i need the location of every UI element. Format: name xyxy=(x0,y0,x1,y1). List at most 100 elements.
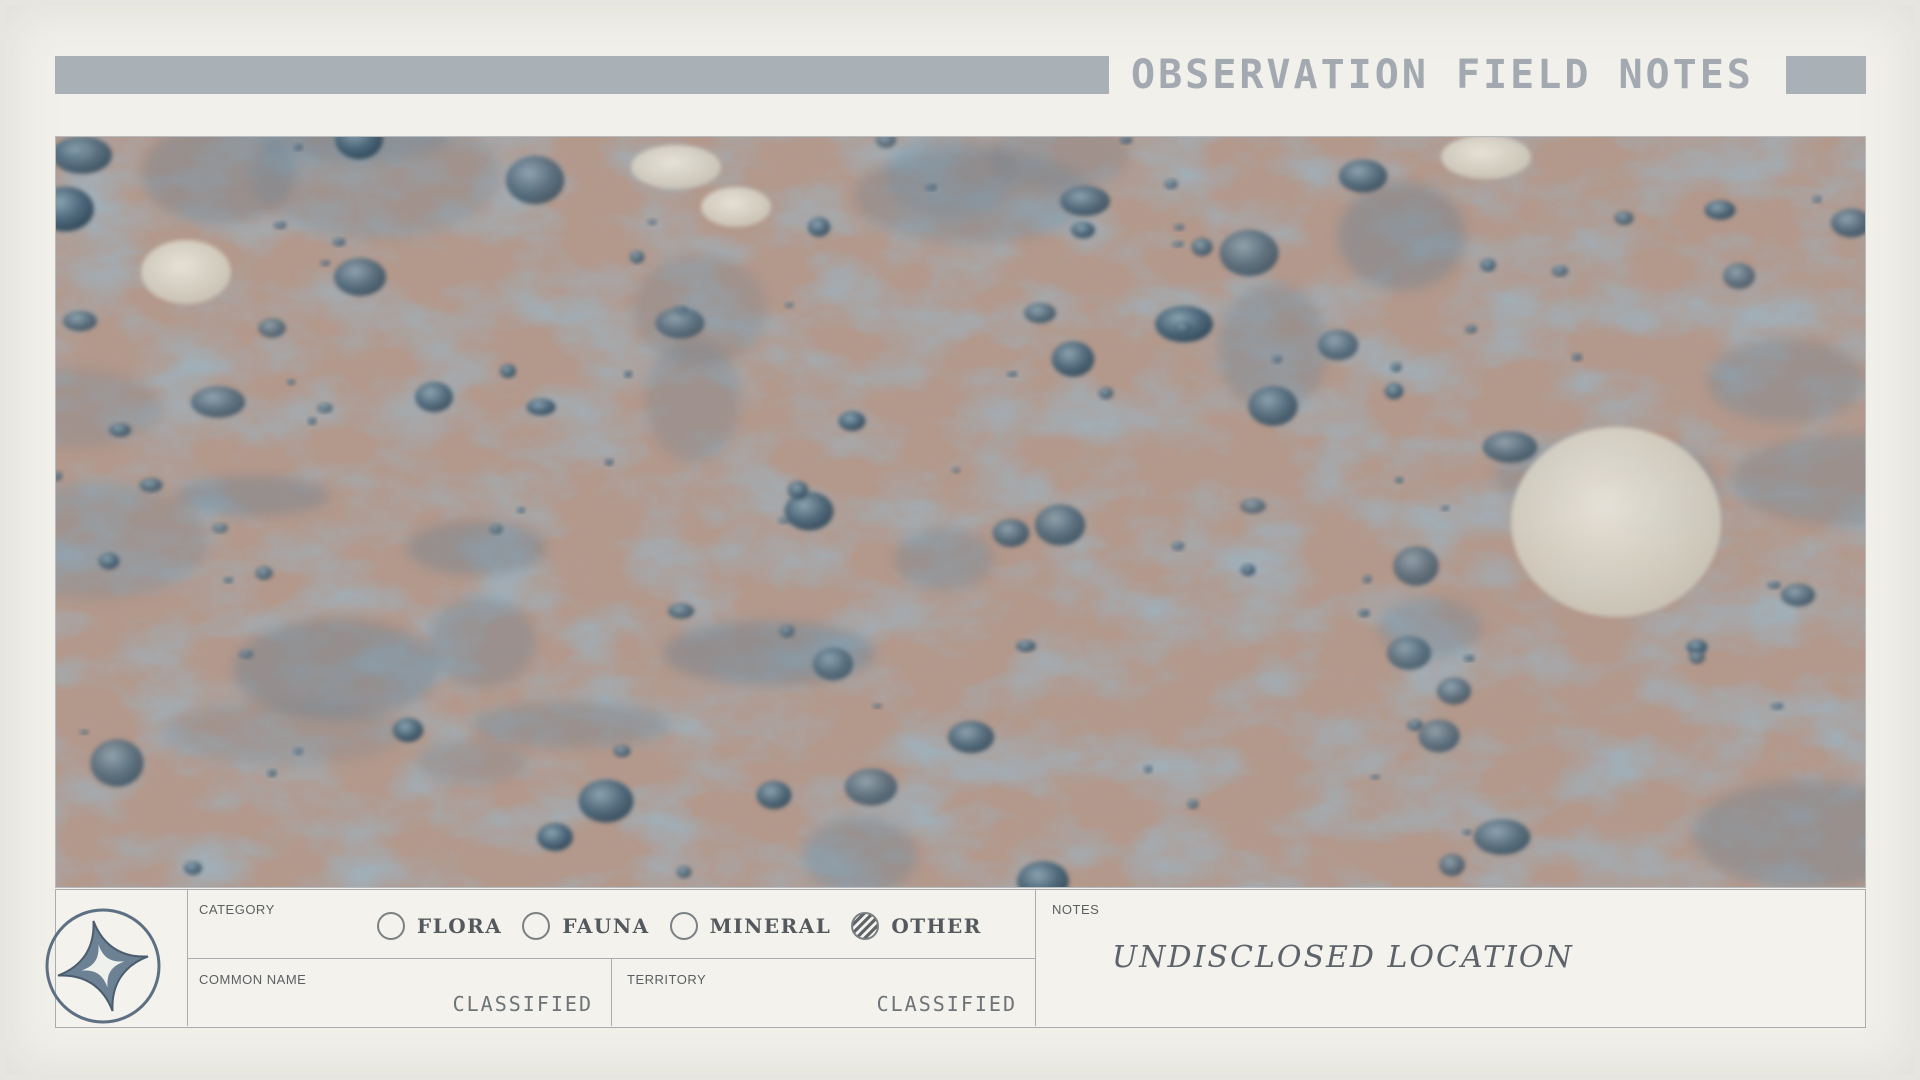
option-other[interactable]: OTHER xyxy=(851,912,982,940)
pebble xyxy=(992,519,1030,547)
pebble xyxy=(676,866,692,878)
pebble xyxy=(1191,237,1213,257)
pebble xyxy=(1173,223,1185,231)
pebble xyxy=(1723,263,1755,289)
radio-other[interactable] xyxy=(851,912,880,940)
pebble xyxy=(489,524,503,534)
option-fauna[interactable]: FAUNA xyxy=(522,912,649,940)
pebble xyxy=(1386,636,1432,670)
pebble xyxy=(1164,179,1178,189)
terrain-depression xyxy=(1338,182,1466,290)
pebble xyxy=(1614,211,1634,225)
terrain-depression xyxy=(407,521,547,575)
pebble xyxy=(1024,302,1056,324)
pebble xyxy=(872,703,882,709)
pebble xyxy=(1362,575,1372,583)
pebble xyxy=(307,417,317,425)
pebble xyxy=(267,769,277,777)
pebble xyxy=(1462,829,1472,835)
pebble xyxy=(952,467,960,473)
notes-label: NOTES xyxy=(1052,902,1100,917)
pale-stone xyxy=(631,145,721,189)
notes-value: UNDISCLOSED LOCATION xyxy=(1112,940,1574,975)
pebble xyxy=(1770,702,1784,710)
terrain-depression xyxy=(633,254,767,366)
common-name-label: COMMON NAME xyxy=(199,972,307,987)
pebble xyxy=(604,458,614,466)
option-label-other: OTHER xyxy=(891,914,982,938)
pebble xyxy=(1393,546,1439,586)
common-name-value: CLASSIFIED xyxy=(452,992,593,1016)
pebble xyxy=(838,411,866,431)
pebble xyxy=(1812,195,1822,203)
pebble xyxy=(756,780,792,810)
pebble xyxy=(844,768,898,806)
pebble xyxy=(332,237,346,247)
pebble xyxy=(223,576,233,584)
option-flora[interactable]: FLORA xyxy=(377,912,502,940)
pebble xyxy=(505,155,565,205)
pebble xyxy=(1016,640,1036,652)
pebble xyxy=(1473,819,1531,855)
pebble xyxy=(500,364,516,378)
category-label: CATEGORY xyxy=(199,902,275,917)
header: OBSERVATION FIELD NOTES xyxy=(55,52,1866,98)
pebble xyxy=(1358,609,1370,617)
pebble xyxy=(1071,221,1095,239)
pebble xyxy=(1051,341,1095,377)
emblem-cell xyxy=(45,890,188,1026)
four-point-star-emblem-icon xyxy=(45,908,161,1024)
notes-cell: NOTES UNDISCLOSED LOCATION xyxy=(1035,890,1865,1026)
pebble xyxy=(812,647,854,681)
pebble xyxy=(1418,719,1460,753)
pebble xyxy=(273,221,287,229)
pebble xyxy=(190,386,246,418)
field-notes-card: OBSERVATION FIELD NOTES CATEGORY FLORA F… xyxy=(0,0,1920,1080)
header-bar-left xyxy=(55,56,1109,94)
territory-cell: TERRITORY CLASSIFIED xyxy=(611,958,1035,1026)
pebble xyxy=(1007,371,1017,377)
pebble xyxy=(317,403,333,413)
pebble xyxy=(79,729,89,735)
pebble xyxy=(1780,583,1816,607)
pebble xyxy=(787,481,809,499)
pebble xyxy=(1219,229,1279,277)
header-bar-right xyxy=(1786,56,1866,94)
radio-fauna[interactable] xyxy=(522,912,551,940)
pebble xyxy=(784,491,834,531)
terrain-image xyxy=(56,137,1865,887)
pebble xyxy=(578,779,634,823)
pale-stone xyxy=(1511,427,1721,617)
option-mineral[interactable]: MINERAL xyxy=(669,912,832,940)
pebble xyxy=(1370,774,1380,780)
pebble xyxy=(779,624,795,638)
page-title: OBSERVATION FIELD NOTES xyxy=(1131,52,1754,98)
pebble xyxy=(925,183,937,191)
pebble xyxy=(1240,564,1256,576)
pebble xyxy=(647,219,657,225)
pebble xyxy=(287,379,295,385)
pebble xyxy=(98,552,120,570)
option-label-flora: FLORA xyxy=(417,914,503,938)
pebble xyxy=(1704,200,1736,220)
territory-label: TERRITORY xyxy=(627,972,707,987)
pebble xyxy=(1034,504,1086,546)
pebble xyxy=(1436,677,1472,705)
pebble xyxy=(212,523,228,533)
pebble xyxy=(109,423,131,437)
pebble xyxy=(1480,258,1496,272)
option-label-mineral: MINERAL xyxy=(709,914,832,938)
observation-form: CATEGORY FLORA FAUNA MINERAL OTHER COMMO… xyxy=(45,889,1866,1028)
pebble xyxy=(807,217,831,237)
pebble xyxy=(1394,477,1404,483)
pebble xyxy=(1172,240,1184,248)
pebble xyxy=(255,566,273,580)
radio-flora[interactable] xyxy=(377,912,405,940)
terrain-depression xyxy=(417,740,527,784)
pebble xyxy=(537,823,573,851)
pebble xyxy=(1272,355,1282,363)
radio-mineral[interactable] xyxy=(669,912,698,940)
pebble xyxy=(1482,431,1538,463)
pebble xyxy=(1338,159,1388,193)
pebble xyxy=(526,398,556,416)
